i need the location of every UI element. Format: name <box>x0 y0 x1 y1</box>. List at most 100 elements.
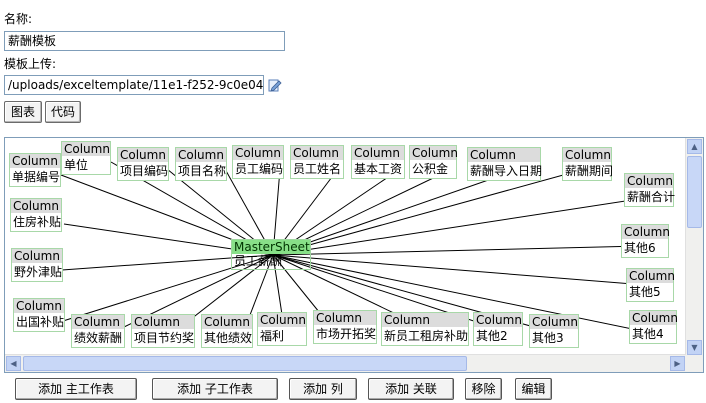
column-node[interactable]: Column 薪酬导入日期 <box>467 147 543 181</box>
scroll-left-icon[interactable]: ◀ <box>6 356 21 371</box>
name-label: 名称: <box>4 12 33 26</box>
column-node[interactable]: Column 员工编码 <box>232 145 284 179</box>
horizontal-scrollbar[interactable]: ◀ ▶ <box>5 354 686 372</box>
column-node-name: 单据编号 <box>12 170 61 184</box>
column-node[interactable]: Column 新员工租房补助 <box>381 312 469 346</box>
column-node[interactable]: Column 福利 <box>257 312 307 346</box>
column-node[interactable]: Column 其他6 <box>621 224 670 258</box>
column-node-header: Column <box>11 199 61 213</box>
edit-button[interactable]: 编辑 <box>515 378 552 400</box>
master-sheet-node[interactable]: MasterSheet 员工薪酬 <box>231 239 311 270</box>
column-node-name: 其他4 <box>632 327 664 341</box>
column-node-name: 野外津贴 <box>14 265 63 279</box>
column-node-header: Column <box>352 146 404 160</box>
remove-button[interactable]: 移除 <box>465 378 502 400</box>
column-node-header: Column <box>14 299 64 313</box>
diagram-canvas[interactable]: Column 单据编号 Column 单位 Column 项目编码 Column… <box>4 137 704 373</box>
column-node-header: Column <box>314 311 376 325</box>
column-node-header: Column <box>468 148 540 162</box>
scroll-right-icon[interactable]: ▶ <box>670 356 685 371</box>
column-node-name: 薪酬期间 <box>565 164 614 178</box>
column-node-name: 员工编码 <box>235 162 284 176</box>
column-node-header: Column <box>530 315 578 329</box>
column-node-name: 新员工租房补助 <box>384 329 469 343</box>
column-node-name: 薪酬合计 <box>627 190 676 204</box>
column-node-header: Column <box>202 315 252 329</box>
column-node[interactable]: Column 公积金 <box>409 145 458 179</box>
column-node-header: Column <box>258 313 306 327</box>
column-node[interactable]: Column 其他绩效 <box>201 314 253 348</box>
horizontal-scroll-thumb[interactable] <box>23 356 467 371</box>
column-node[interactable]: Column 项目编码 <box>117 147 169 181</box>
column-node[interactable]: Column 野外津贴 <box>11 248 63 282</box>
column-node[interactable]: Column 其他5 <box>626 268 675 302</box>
column-node[interactable]: Column 员工姓名 <box>290 145 344 179</box>
column-node[interactable]: Column 项目名称 <box>175 147 227 181</box>
column-node[interactable]: Column 单据编号 <box>9 153 61 187</box>
column-node-header: Column <box>410 146 458 160</box>
column-node-header: Column <box>625 174 673 188</box>
column-node-header: Column <box>176 148 226 162</box>
column-node[interactable]: Column 绩效薪酬 <box>71 314 125 348</box>
column-node-name: 员工姓名 <box>293 162 342 176</box>
column-node-header: Column <box>132 315 194 329</box>
column-node-header: Column <box>118 148 168 162</box>
upload-label: 模板上传: <box>4 57 57 71</box>
master-sheet-header: MasterSheet <box>232 240 310 254</box>
column-node[interactable]: Column 其他3 <box>529 314 579 348</box>
column-node[interactable]: Column 薪酬期间 <box>562 147 614 181</box>
column-node[interactable]: Column 其他4 <box>629 310 678 344</box>
column-node[interactable]: Column 市场开拓奖 <box>313 310 377 344</box>
master-sheet-name: 员工薪酬 <box>234 254 283 268</box>
column-node-name: 项目节约奖 <box>134 331 195 345</box>
column-node-name: 单位 <box>64 158 89 172</box>
column-node[interactable]: Column 单位 <box>61 141 111 175</box>
scroll-down-icon[interactable]: ▼ <box>687 340 702 355</box>
column-node-header: Column <box>630 311 678 325</box>
column-node[interactable]: Column 出国补贴 <box>13 298 65 332</box>
column-node-name: 绩效薪酬 <box>74 331 123 345</box>
column-node-header: Column <box>10 154 60 168</box>
add-relation-button[interactable]: 添加 关联 <box>368 378 454 400</box>
add-column-button[interactable]: 添加 列 <box>289 378 357 400</box>
column-node-header: Column <box>627 269 675 283</box>
name-input[interactable]: 薪酬模板 <box>4 31 285 51</box>
column-node[interactable]: Column 项目节约奖 <box>131 314 195 348</box>
column-node-name: 其他5 <box>629 285 661 299</box>
chart-button[interactable]: 图表 <box>4 101 42 123</box>
column-node-header: Column <box>62 142 110 156</box>
column-node-name: 福利 <box>260 329 285 343</box>
scroll-up-icon[interactable]: ▲ <box>687 139 702 154</box>
column-node-name: 其他6 <box>624 241 656 255</box>
edit-file-icon[interactable] <box>268 78 282 92</box>
column-node-header: Column <box>233 146 283 160</box>
column-node-header: Column <box>12 249 62 263</box>
column-node-name: 其他3 <box>532 331 564 345</box>
column-node-header: Column <box>563 148 611 162</box>
vertical-scrollbar[interactable]: ▲ ▼ <box>685 138 703 356</box>
add-sub-sheet-button[interactable]: 添加 子工作表 <box>152 378 278 400</box>
column-node-name: 市场开拓奖 <box>316 327 377 341</box>
column-node[interactable]: Column 基本工资 <box>351 145 405 179</box>
column-node[interactable]: Column 其他2 <box>473 312 523 346</box>
column-node-name: 项目名称 <box>178 164 227 178</box>
column-node-name: 基本工资 <box>354 162 403 176</box>
column-node-name: 项目编码 <box>120 164 169 178</box>
column-node-header: Column <box>72 315 124 329</box>
add-main-sheet-button[interactable]: 添加 主工作表 <box>15 378 137 400</box>
column-node-name: 其他绩效 <box>204 331 253 345</box>
column-node-header: Column <box>474 313 522 327</box>
column-node-name: 出国补贴 <box>16 315 65 329</box>
column-node[interactable]: Column 薪酬合计 <box>624 173 676 207</box>
scroll-corner <box>686 355 703 372</box>
upload-path-input[interactable]: /uploads/exceltemplate/11e1-f252-9c0e04d… <box>4 75 264 95</box>
code-button[interactable]: 代码 <box>45 101 81 123</box>
column-node-name: 住房补贴 <box>13 215 62 229</box>
column-node[interactable]: Column 住房补贴 <box>10 198 62 232</box>
column-node-name: 其他2 <box>476 329 508 343</box>
column-node-name: 公积金 <box>412 162 449 176</box>
vertical-scroll-thumb[interactable] <box>687 156 702 228</box>
column-node-header: Column <box>622 225 670 239</box>
column-node-name: 薪酬导入日期 <box>470 164 543 178</box>
column-node-header: Column <box>291 146 343 160</box>
